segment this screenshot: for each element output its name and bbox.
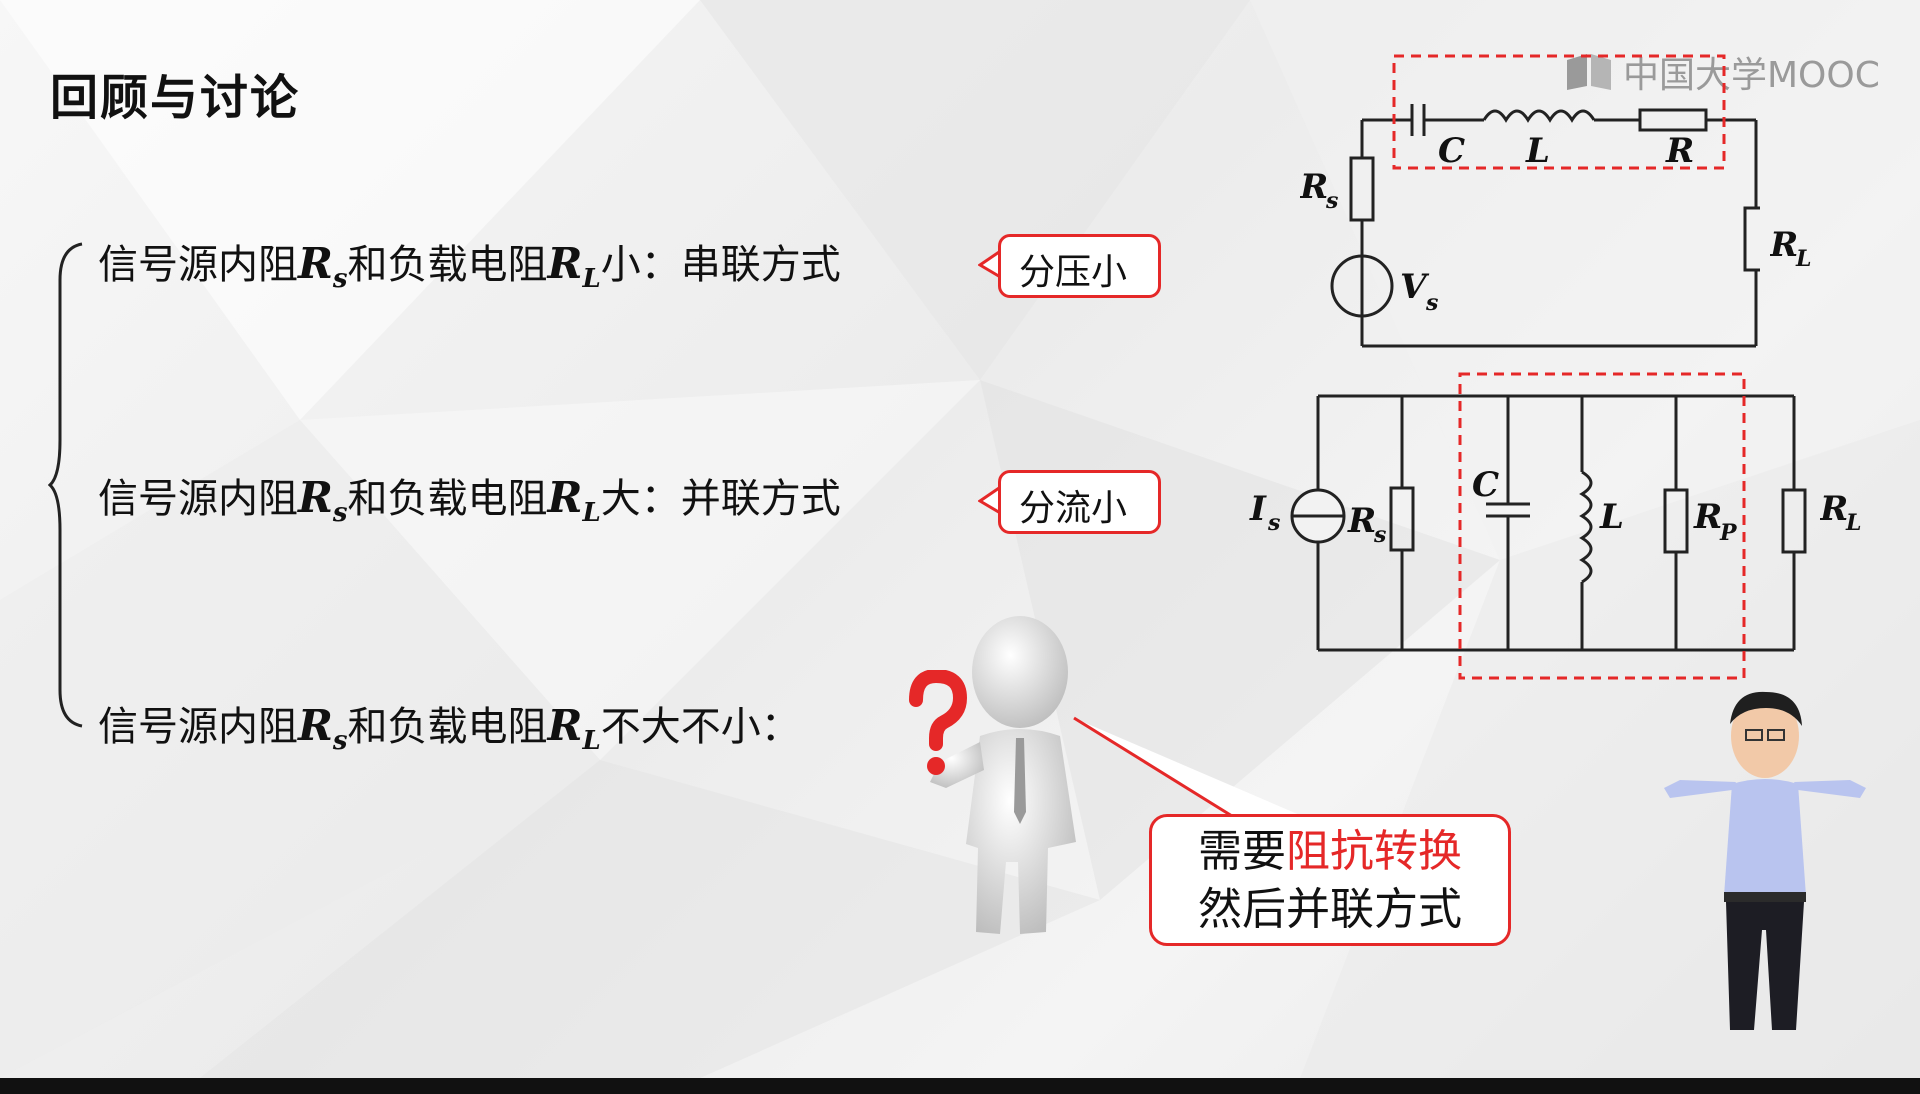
svg-text:s: s — [1373, 522, 1386, 548]
label-c: C — [1438, 131, 1465, 171]
svg-text:s: s — [1325, 188, 1338, 214]
svg-text:P: P — [1719, 520, 1738, 546]
callout-voltage-divide: 分压小 — [998, 234, 1161, 298]
impedance-transform-note: 需要阻抗转换 然后并联方式 — [1149, 814, 1511, 946]
svg-text:L: L — [1845, 510, 1861, 534]
note-line-2: 然后并联方式 — [1198, 884, 1462, 935]
label-is: I — [1249, 489, 1267, 529]
condition-line-large: 信号源内阻Rs和负载电阻RL大：并联方式 — [98, 473, 841, 528]
slide-title: 回顾与讨论 — [50, 70, 301, 126]
question-mark-icon — [909, 670, 968, 775]
label-r: R — [1665, 131, 1694, 171]
series-circuit-diagram: C L R R s V s — [1300, 54, 1760, 348]
label-rp: R — [1693, 497, 1722, 537]
label-c-parallel: C — [1472, 465, 1499, 505]
note-pointer — [1073, 716, 1302, 818]
svg-text:s: s — [1267, 510, 1280, 536]
svg-text:R: R — [1770, 225, 1798, 265]
condition-line-small: 信号源内阻Rs和负载电阻RL小：串联方式 — [98, 239, 841, 294]
label-rs: R — [1300, 167, 1328, 207]
callout-current-divide: 分流小 — [998, 470, 1161, 534]
thinking-figure-illustration — [930, 616, 1076, 934]
parallel-circuit-diagram: I s R s C L R P — [1249, 372, 1807, 680]
parallel-rl-label: R L — [1820, 489, 1861, 534]
note-line-1: 需要阻抗转换 — [1198, 826, 1462, 877]
series-rl-label: R L — [1770, 225, 1811, 270]
condition-line-medium: 信号源内阻Rs和负载电阻RL不大不小： — [98, 701, 801, 756]
label-l: L — [1525, 131, 1550, 171]
label-rs-parallel: R — [1347, 501, 1376, 541]
slide: 回顾与讨论 中国大学MOOC 信号源内阻Rs和负载电阻RL小：串联方式 信号源内… — [0, 0, 1920, 1078]
left-brace — [48, 242, 83, 728]
presenter-character-illustration — [1664, 691, 1866, 1030]
svg-text:L: L — [1795, 246, 1811, 270]
svg-text:s: s — [1425, 290, 1438, 316]
svg-text:R: R — [1820, 489, 1848, 529]
label-l-parallel: L — [1599, 497, 1624, 537]
